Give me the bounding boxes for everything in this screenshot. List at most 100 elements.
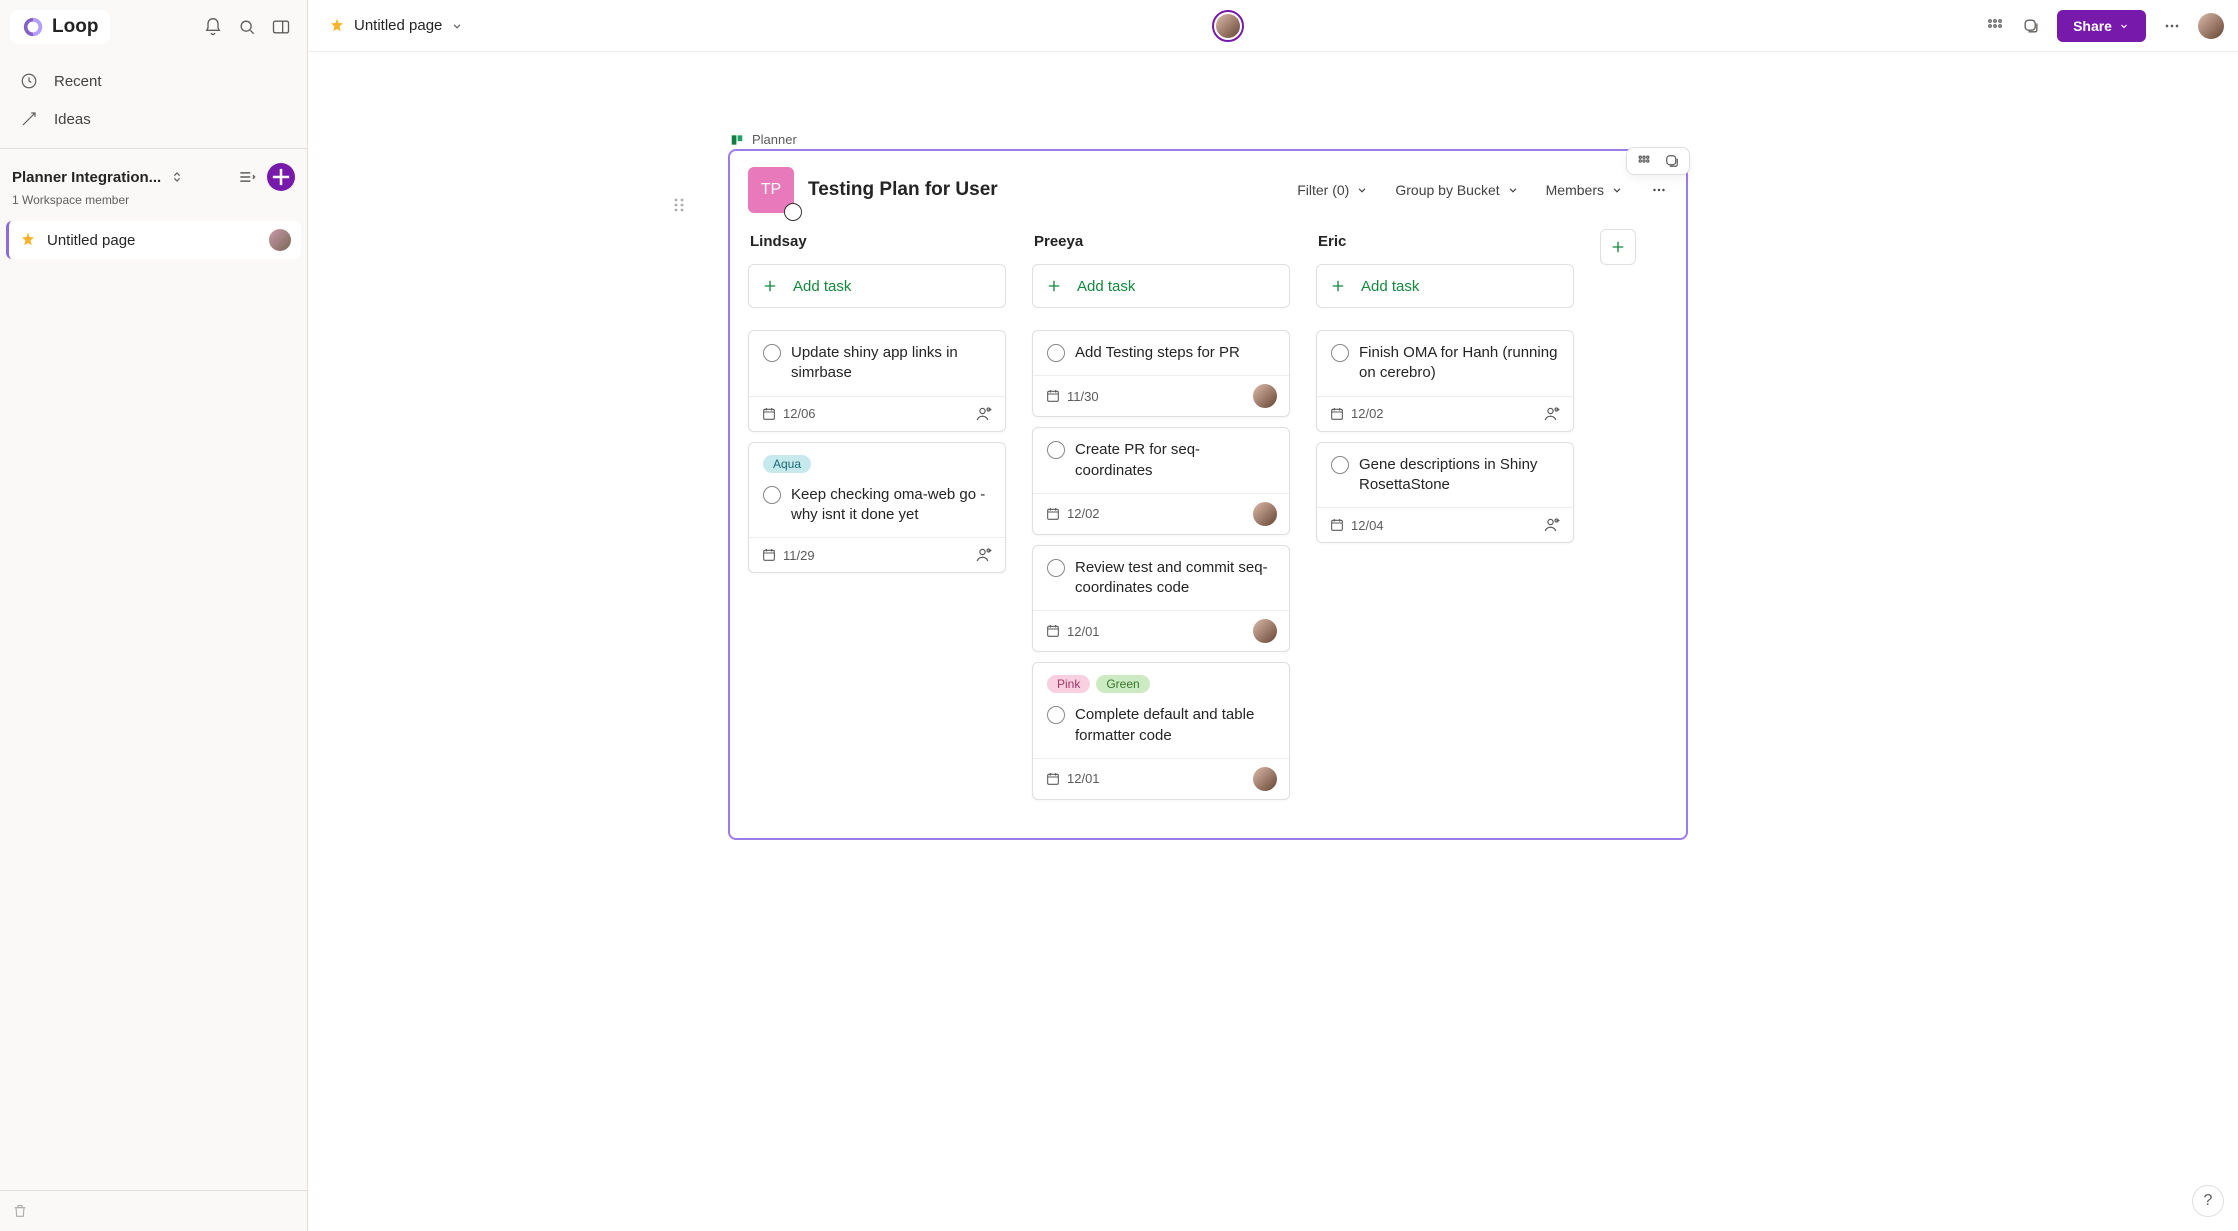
card-footer-right xyxy=(1253,619,1277,643)
assignee-avatar[interactable] xyxy=(1253,619,1277,643)
task-checkbox[interactable] xyxy=(1331,456,1349,474)
apps-icon[interactable] xyxy=(1635,152,1653,170)
task-title: Review test and commit seq-coordinates c… xyxy=(1075,558,1275,599)
card-footer-right xyxy=(1253,767,1277,791)
bucket-title[interactable]: Preeya xyxy=(1032,233,1290,250)
group-label: Group by Bucket xyxy=(1395,182,1499,198)
account-avatar[interactable] xyxy=(2198,13,2224,39)
task-card[interactable]: Review test and commit seq-coordinates c… xyxy=(1032,545,1290,653)
assign-person-icon[interactable] xyxy=(975,546,993,564)
due-date[interactable]: 12/02 xyxy=(1329,406,1384,422)
calendar-icon xyxy=(1329,406,1345,422)
tag[interactable]: Aqua xyxy=(763,455,811,473)
nav-ideas[interactable]: Ideas xyxy=(6,100,301,138)
plus-icon xyxy=(1329,277,1347,295)
task-card[interactable]: AquaKeep checking oma-web go - why isnt … xyxy=(748,442,1006,574)
add-task-button[interactable]: Add task xyxy=(748,264,1006,308)
sidebar-footer xyxy=(0,1190,307,1231)
workspace-name[interactable]: Planner Integration... xyxy=(12,169,161,186)
add-bucket-button[interactable] xyxy=(1600,229,1636,265)
task-card[interactable]: Create PR for seq-coordinates 12/02 xyxy=(1032,427,1290,535)
drag-handle-icon[interactable] xyxy=(673,197,685,213)
task-checkbox[interactable] xyxy=(1331,344,1349,362)
task-card[interactable]: Add Testing steps for PR11/30 xyxy=(1032,330,1290,417)
task-checkbox[interactable] xyxy=(1047,441,1065,459)
add-page-button[interactable] xyxy=(267,163,295,191)
members-button[interactable]: Members xyxy=(1546,182,1624,198)
task-card[interactable]: Update shiny app links in simrbase12/06 xyxy=(748,330,1006,432)
task-checkbox[interactable] xyxy=(1047,706,1065,724)
due-date[interactable]: 12/01 xyxy=(1045,623,1100,639)
bucket-column: Eric Add task Finish OMA for Hanh (running… xyxy=(1316,233,1574,553)
chevron-down-icon xyxy=(2118,20,2130,32)
due-date[interactable]: 11/30 xyxy=(1045,388,1099,404)
presence-avatar[interactable] xyxy=(1212,10,1244,42)
search-icon[interactable] xyxy=(237,17,257,37)
share-button[interactable]: Share xyxy=(2057,10,2146,42)
chevron-updown-icon[interactable] xyxy=(169,169,185,185)
nav-recent[interactable]: Recent xyxy=(6,62,301,100)
bucket-title[interactable]: Lindsay xyxy=(748,233,1006,250)
plan-tile[interactable]: TP i xyxy=(748,167,794,213)
due-date[interactable]: 12/01 xyxy=(1045,771,1100,787)
task-card[interactable]: Gene descriptions in Shiny RosettaStone 1… xyxy=(1316,442,1574,544)
page-icon xyxy=(328,17,346,35)
filter-button[interactable]: Filter (0) xyxy=(1297,182,1369,198)
nav-label: Ideas xyxy=(54,111,91,128)
plan-header: TP i Testing Plan for User Filter (0) Gr… xyxy=(748,167,1668,213)
nav-section: Recent Ideas xyxy=(0,54,307,146)
card-body: Create PR for seq-coordinates xyxy=(1033,428,1289,493)
assign-person-icon[interactable] xyxy=(975,405,993,423)
bucket-title[interactable]: Eric xyxy=(1316,233,1574,250)
due-date[interactable]: 12/02 xyxy=(1045,506,1100,522)
notifications-icon[interactable] xyxy=(203,17,223,37)
apps-icon[interactable] xyxy=(1985,16,2005,36)
task-checkbox[interactable] xyxy=(763,344,781,362)
trash-icon[interactable] xyxy=(12,1203,28,1219)
task-checkbox[interactable] xyxy=(1047,559,1065,577)
calendar-icon xyxy=(1045,771,1061,787)
tag[interactable]: Green xyxy=(1096,675,1149,693)
page-name: Untitled page xyxy=(47,232,135,249)
page-title-dropdown[interactable]: Untitled page xyxy=(322,13,470,39)
sidebar-page-row[interactable]: Untitled page xyxy=(6,221,301,259)
task-card[interactable]: Pink Green Complete default and table form… xyxy=(1032,662,1290,800)
assignee-avatar[interactable] xyxy=(1253,384,1277,408)
plan-title[interactable]: Testing Plan for User xyxy=(808,179,998,201)
assign-person-icon[interactable] xyxy=(1543,516,1561,534)
task-card[interactable]: Finish OMA for Hanh (running on cerebro)… xyxy=(1316,330,1574,432)
list-view-icon[interactable] xyxy=(237,167,257,187)
planner-chip: Planner xyxy=(730,132,1688,147)
card-body: Gene descriptions in Shiny RosettaStone xyxy=(1317,443,1573,508)
copy-component-icon[interactable] xyxy=(2021,16,2041,36)
add-task-button[interactable]: Add task xyxy=(1316,264,1574,308)
calendar-icon xyxy=(761,547,777,563)
due-date[interactable]: 12/04 xyxy=(1329,517,1384,533)
due-date[interactable]: 11/29 xyxy=(761,547,815,563)
copy-component-icon[interactable] xyxy=(1663,152,1681,170)
card-footer-right xyxy=(975,546,993,564)
due-date[interactable]: 12/06 xyxy=(761,406,816,422)
add-task-button[interactable]: Add task xyxy=(1032,264,1290,308)
panels-icon[interactable] xyxy=(271,17,291,37)
card-footer: 11/30 xyxy=(1033,375,1289,416)
add-task-label: Add task xyxy=(793,278,851,295)
nav-label: Recent xyxy=(54,73,102,90)
info-icon[interactable]: i xyxy=(784,203,802,221)
assignee-avatar[interactable] xyxy=(1253,767,1277,791)
task-checkbox[interactable] xyxy=(1047,344,1065,362)
more-icon[interactable] xyxy=(1650,181,1668,199)
avatar xyxy=(269,229,291,251)
assign-person-icon[interactable] xyxy=(1543,405,1561,423)
workspace-header: Planner Integration... xyxy=(0,159,307,193)
task-title: Complete default and table formatter cod… xyxy=(1075,705,1275,746)
group-by-button[interactable]: Group by Bucket xyxy=(1395,182,1519,198)
more-icon[interactable] xyxy=(2162,16,2182,36)
add-task-label: Add task xyxy=(1361,278,1419,295)
tag[interactable]: Pink xyxy=(1047,675,1090,693)
brand-button[interactable]: Loop xyxy=(10,10,110,44)
assignee-avatar[interactable] xyxy=(1253,502,1277,526)
help-button[interactable]: ? xyxy=(2192,1185,2224,1217)
task-checkbox[interactable] xyxy=(763,486,781,504)
divider xyxy=(0,148,307,149)
